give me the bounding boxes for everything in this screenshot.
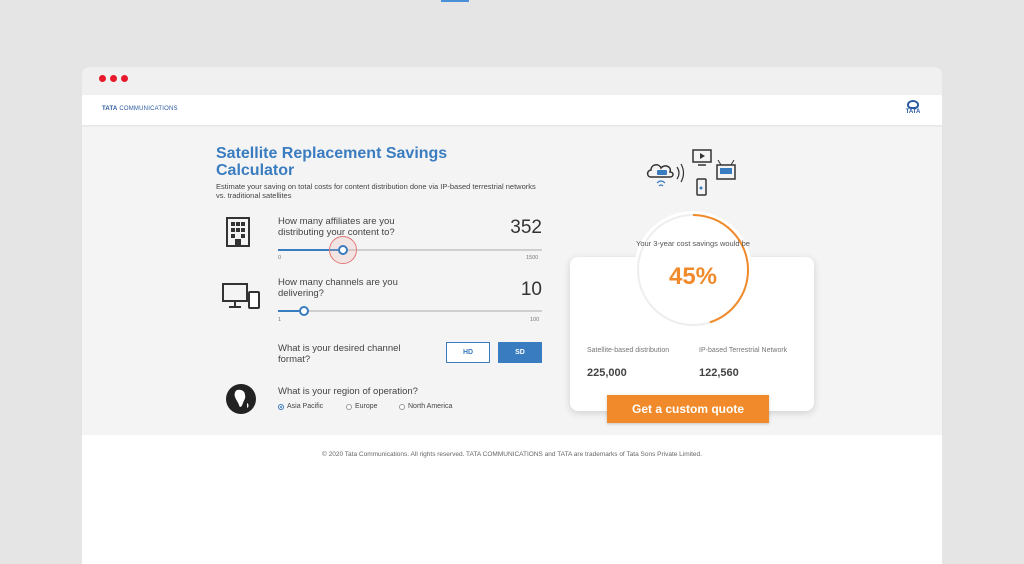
region-question: What is your region of operation?	[278, 386, 418, 397]
region-option-asia-pacific[interactable]: Asia Pacific	[278, 403, 323, 410]
radio-unselected-icon	[346, 403, 352, 410]
tata-logo-word: TATA	[905, 109, 921, 115]
brand-wordmark[interactable]: TATA COMMUNICATIONS	[102, 106, 178, 112]
window-minimize-dot[interactable]	[110, 75, 117, 82]
savings-caption: Your 3-year cost savings would be	[636, 239, 750, 248]
page-title: Satellite Replacement Savings Calculator	[216, 145, 448, 179]
savings-ring: Your 3-year cost savings would be 45%	[634, 211, 752, 329]
savings-percentage: 45%	[668, 263, 718, 290]
affiliates-question: How many affiliates are you distributing…	[278, 216, 395, 238]
building-icon	[225, 217, 251, 252]
sd-button[interactable]: SD	[498, 342, 542, 363]
region-option-europe[interactable]: Europe	[346, 403, 378, 410]
channels-min: 1	[278, 317, 282, 323]
affiliates-value: 352	[510, 217, 542, 238]
page-description: Estimate your saving on total costs for …	[216, 182, 536, 200]
region-option-label: North America	[408, 403, 453, 410]
app-window: TATA COMMUNICATIONS TATA Satellite Repla…	[82, 67, 942, 564]
channels-slider-thumb[interactable]	[299, 306, 309, 316]
window-close-dot[interactable]	[99, 75, 106, 82]
window-maximize-dot[interactable]	[121, 75, 128, 82]
affiliates-slider-thumb[interactable]	[338, 245, 348, 255]
tata-logo-icon	[907, 100, 919, 109]
window-titlebar	[82, 67, 942, 95]
affiliates-min: 0	[278, 255, 282, 261]
copyright-text: © 2020 Tata Communications. All rights r…	[322, 451, 702, 458]
region-option-label: Europe	[355, 403, 378, 410]
radio-unselected-icon	[399, 403, 405, 410]
site-header: TATA COMMUNICATIONS TATA	[82, 95, 942, 125]
tata-logo[interactable]: TATA	[902, 100, 924, 115]
affiliates-max: 1500	[526, 255, 539, 261]
calculator-section: Satellite Replacement Savings Calculator…	[82, 125, 942, 435]
browser-tab-indicator	[441, 0, 469, 2]
ip-network-value: 122,560	[699, 367, 739, 379]
channels-max: 100	[530, 317, 540, 323]
site-footer: © 2020 Tata Communications. All rights r…	[82, 435, 942, 564]
media-devices-illustration	[645, 147, 741, 208]
get-quote-button[interactable]: Get a custom quote	[607, 395, 769, 423]
channels-value: 10	[520, 279, 542, 300]
devices-icon	[221, 282, 261, 317]
hd-button[interactable]: HD	[446, 342, 490, 363]
affiliates-slider[interactable]	[278, 236, 542, 264]
satellite-label: Satellite-based distribution	[587, 347, 670, 354]
region-option-label: Asia Pacific	[287, 403, 324, 410]
globe-icon	[225, 383, 257, 420]
channels-slider[interactable]	[278, 306, 542, 316]
format-question: What is your desired channel format?	[278, 343, 401, 365]
radio-selected-icon	[278, 403, 284, 410]
satellite-value: 225,000	[587, 367, 627, 379]
region-option-north-america[interactable]: North America	[399, 403, 452, 410]
ip-network-label: IP-based Terrestrial Network	[699, 347, 788, 354]
channels-question: How many channels are you delivering?	[278, 277, 398, 299]
